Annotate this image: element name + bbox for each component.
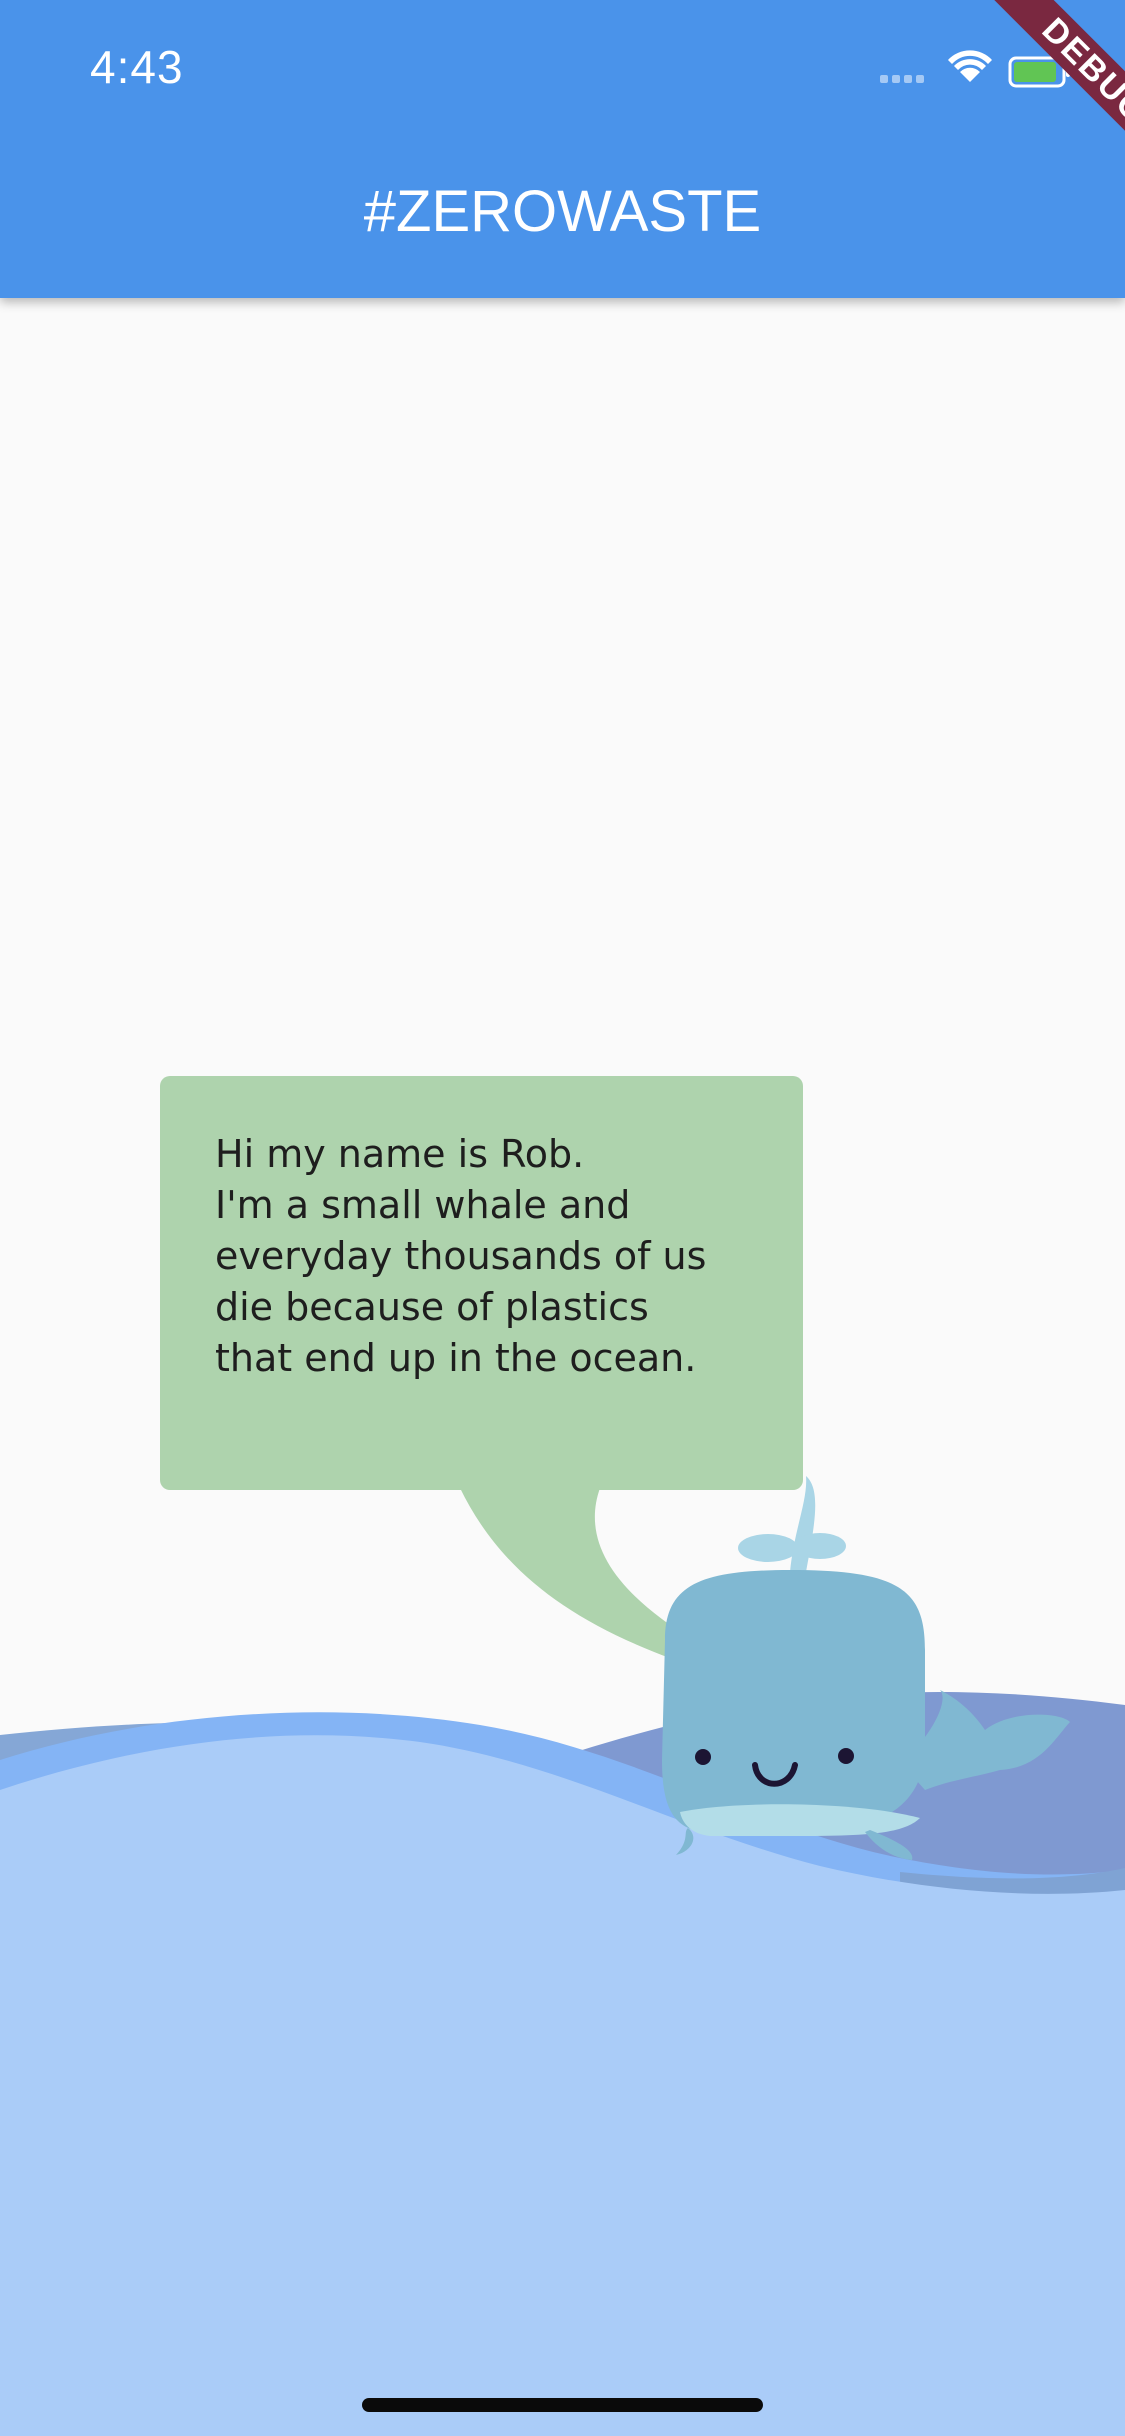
speech-bubble: Hi my name is Rob. I'm a small whale and…: [160, 1076, 803, 1490]
signal-icon: [880, 75, 924, 83]
status-time: 4:43: [90, 41, 184, 93]
home-indicator[interactable]: [362, 2398, 763, 2412]
speech-bubble-text: Hi my name is Rob. I'm a small whale and…: [215, 1132, 707, 1380]
bubble-tail: [460, 1488, 695, 1667]
debug-banner: DEBUG: [925, 0, 1125, 200]
debug-label: DEBUG: [974, 0, 1125, 192]
